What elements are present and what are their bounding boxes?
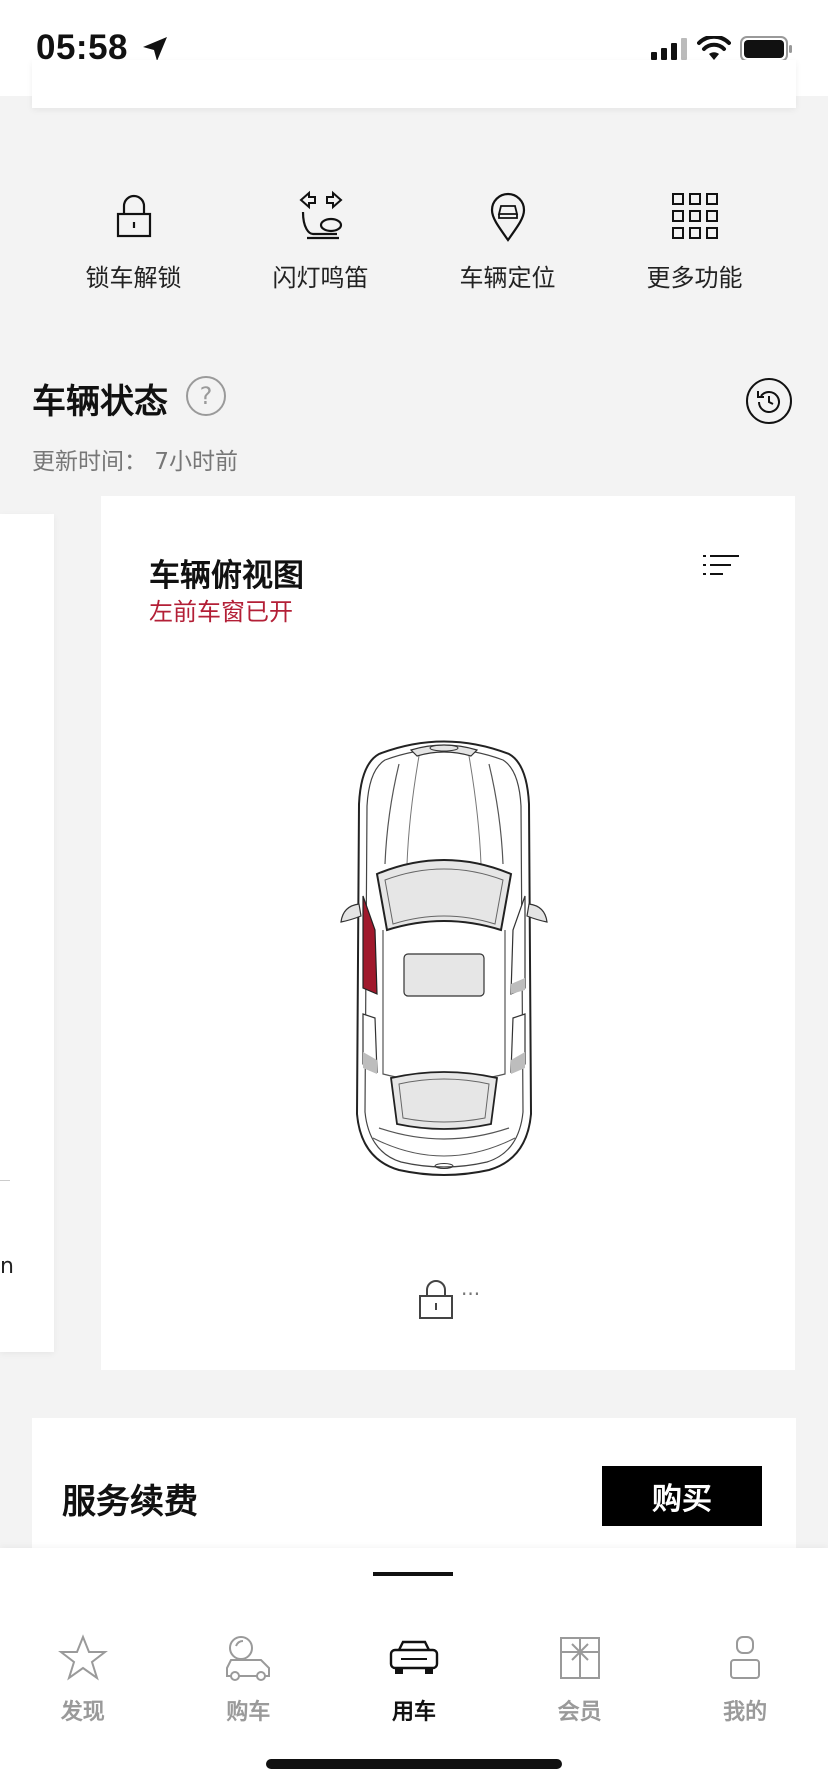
profile-icon bbox=[730, 1636, 761, 1679]
peek-divider bbox=[0, 1180, 10, 1181]
car-location-label: 车辆定位 bbox=[459, 264, 556, 292]
vehicle-view-title: 车辆俯视图 bbox=[149, 558, 304, 594]
gift-icon bbox=[559, 1637, 600, 1679]
top-card bbox=[32, 60, 796, 108]
nav-items: 发现 购车 用车 会员 我的 bbox=[0, 1634, 828, 1726]
flash-horn-icon bbox=[298, 190, 343, 240]
nav-item-buy-car[interactable]: 购车 bbox=[166, 1634, 332, 1726]
vehicle-view-card[interactable]: 车辆俯视图 左前车窗已开 ··· bbox=[101, 496, 795, 1370]
flash-horn-button[interactable]: 闪灯鸣笛 bbox=[227, 188, 414, 298]
refresh-icon bbox=[757, 391, 780, 413]
more-functions-button[interactable]: 更多功能 bbox=[601, 188, 788, 298]
nav-label-use-car: 用车 bbox=[391, 1700, 436, 1725]
car-search-icon bbox=[226, 1636, 271, 1681]
star-icon bbox=[57, 1634, 108, 1681]
nav-item-discover[interactable]: 发现 bbox=[0, 1634, 166, 1726]
wifi-icon bbox=[697, 36, 731, 60]
vehicle-status-title: 车辆状态 bbox=[32, 382, 168, 422]
more-functions-label: 更多功能 bbox=[646, 264, 743, 292]
car-location-icon bbox=[490, 192, 525, 242]
flash-horn-label: 闪灯鸣笛 bbox=[272, 264, 369, 292]
nav-item-profile[interactable]: 我的 bbox=[662, 1634, 828, 1726]
nav-label-buy-car: 购车 bbox=[226, 1700, 271, 1725]
update-time-label: 更新时间： bbox=[32, 449, 147, 475]
car-top-view bbox=[340, 740, 548, 1176]
update-time-value: 7小时前 bbox=[154, 449, 238, 475]
home-indicator bbox=[266, 1759, 562, 1769]
signal-icon bbox=[651, 38, 687, 60]
list-icon[interactable] bbox=[701, 552, 741, 580]
car-icon bbox=[389, 1640, 439, 1674]
window-open-alert: 左前车窗已开 bbox=[149, 598, 293, 626]
lock-unlock-button[interactable]: 锁车解锁 bbox=[40, 188, 227, 298]
nav-item-membership[interactable]: 会员 bbox=[497, 1634, 663, 1726]
nav-label-membership: 会员 bbox=[557, 1700, 602, 1725]
car-location-button[interactable]: 车辆定位 bbox=[414, 188, 601, 298]
previous-card-peek[interactable] bbox=[0, 514, 54, 1352]
nav-item-use-car[interactable]: 用车 bbox=[331, 1634, 497, 1726]
service-renewal-card: 服务续费 购买 bbox=[32, 1418, 796, 1558]
nav-label-profile: 我的 bbox=[723, 1700, 768, 1725]
peek-text: n bbox=[0, 1254, 14, 1279]
lock-icon bbox=[419, 1280, 453, 1319]
help-icon[interactable]: ? bbox=[186, 376, 226, 416]
lock-icon bbox=[116, 194, 151, 238]
buy-button[interactable]: 购买 bbox=[602, 1466, 762, 1526]
grid-icon bbox=[671, 193, 718, 239]
refresh-button[interactable] bbox=[746, 378, 792, 424]
lock-unlock-label: 锁车解锁 bbox=[85, 264, 182, 292]
drag-handle[interactable] bbox=[373, 1572, 453, 1576]
bottom-navigation: 发现 购车 用车 会员 我的 bbox=[0, 1548, 828, 1792]
battery-icon bbox=[740, 36, 792, 62]
lock-status-dots: ··· bbox=[461, 1282, 481, 1306]
lock-status: ··· bbox=[417, 1278, 480, 1320]
quick-actions: 锁车解锁 闪灯鸣笛 车辆定位 更多功能 bbox=[40, 188, 788, 298]
service-renewal-title: 服务续费 bbox=[62, 1482, 198, 1522]
update-time: 更新时间： 7小时前 bbox=[32, 442, 238, 476]
nav-label-discover: 发现 bbox=[60, 1700, 105, 1725]
